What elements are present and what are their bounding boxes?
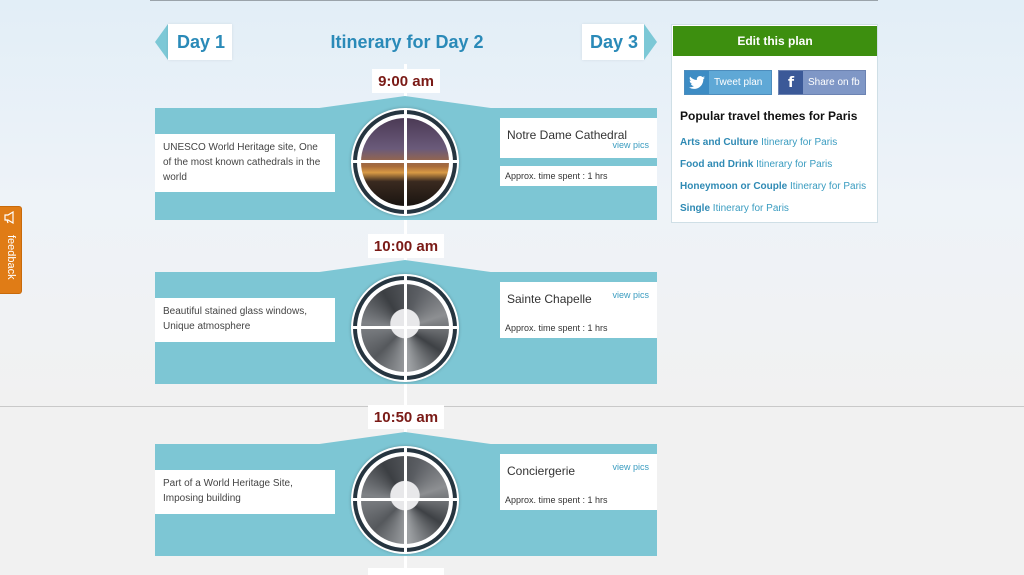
top-divider (150, 0, 878, 1)
itinerary-stop: Beautiful stained glass windows, Unique … (155, 260, 657, 386)
stop-description: UNESCO World Heritage site, One of the m… (155, 134, 335, 192)
next-day-button[interactable]: Day 3 (582, 24, 644, 60)
band-wedge (305, 260, 505, 274)
time-spent: Approx. time spent : 1 hrs (500, 318, 657, 338)
themes-heading: Popular travel themes for Paris (680, 109, 858, 123)
theme-link[interactable]: Single Itinerary for Paris (680, 203, 789, 214)
theme-suffix: Itinerary for Paris (712, 203, 789, 214)
stop-photo[interactable] (351, 446, 459, 554)
view-pics-link[interactable]: view pics (612, 462, 649, 472)
edit-plan-button[interactable]: Edit this plan (673, 26, 877, 56)
tweet-plan-label: Tweet plan (714, 77, 763, 88)
stop-name[interactable]: Sainte Chapelle (507, 292, 592, 306)
share-fb-label: Share on fb (808, 77, 860, 88)
facebook-icon: f (779, 71, 803, 94)
view-pics-link[interactable]: view pics (612, 290, 649, 300)
theme-suffix: Itinerary for Paris (790, 181, 867, 192)
stop-name[interactable]: Notre Dame Cathedral (507, 128, 627, 142)
itinerary-stop: UNESCO World Heritage site, One of the m… (155, 96, 657, 222)
stop-name-box: Conciergerie view pics (500, 454, 657, 494)
theme-link[interactable]: Food and Drink Itinerary for Paris (680, 159, 832, 170)
theme-link[interactable]: Arts and Culture Itinerary for Paris (680, 137, 837, 148)
time-spent: Approx. time spent : 1 hrs (500, 166, 657, 186)
theme-suffix: Itinerary for Paris (761, 137, 838, 148)
stop-time-partial (368, 568, 444, 575)
theme-link[interactable]: Honeymoon or Couple Itinerary for Paris (680, 181, 866, 192)
stop-name-box: Notre Dame Cathedral view pics (500, 118, 657, 158)
stop-time: 10:00 am (368, 234, 444, 258)
scroll-divider (0, 406, 1024, 407)
theme-suffix: Itinerary for Paris (756, 159, 833, 170)
next-day-label: Day 3 (590, 31, 639, 52)
stop-time: 10:50 am (368, 405, 444, 429)
band-wedge (305, 432, 505, 446)
prev-day-label: Day 1 (177, 31, 226, 52)
itinerary-stop: Part of a World Heritage Site, Imposing … (155, 432, 657, 558)
view-pics-link[interactable]: view pics (612, 140, 649, 150)
stop-photo[interactable] (351, 274, 459, 382)
prev-day-arrow-icon[interactable] (155, 24, 168, 60)
page-title: Itinerary for Day 2 (330, 32, 484, 52)
sidebar-panel: Edit this plan Tweet plan f Share on fb … (671, 24, 878, 223)
theme-name: Single (680, 203, 711, 214)
twitter-bird-icon (685, 71, 709, 94)
theme-name: Arts and Culture (680, 137, 759, 148)
theme-name: Food and Drink (680, 159, 754, 170)
share-fb-button[interactable]: f Share on fb (778, 70, 866, 95)
stop-description: Part of a World Heritage Site, Imposing … (155, 470, 335, 514)
tweet-plan-button[interactable]: Tweet plan (684, 70, 772, 95)
megaphone-icon (4, 210, 17, 225)
stop-photo[interactable] (351, 108, 459, 216)
stop-time: 9:00 am (372, 69, 440, 93)
theme-name: Honeymoon or Couple (680, 181, 788, 192)
next-day-arrow-icon[interactable] (644, 24, 657, 60)
stop-name-box: Sainte Chapelle view pics (500, 282, 657, 322)
feedback-label: feedback (5, 235, 17, 280)
stop-description: Beautiful stained glass windows, Unique … (155, 298, 335, 342)
time-spent: Approx. time spent : 1 hrs (500, 490, 657, 510)
prev-day-button[interactable]: Day 1 (168, 24, 232, 60)
stop-name[interactable]: Conciergerie (507, 464, 575, 478)
feedback-tab[interactable]: feedback (0, 206, 22, 294)
